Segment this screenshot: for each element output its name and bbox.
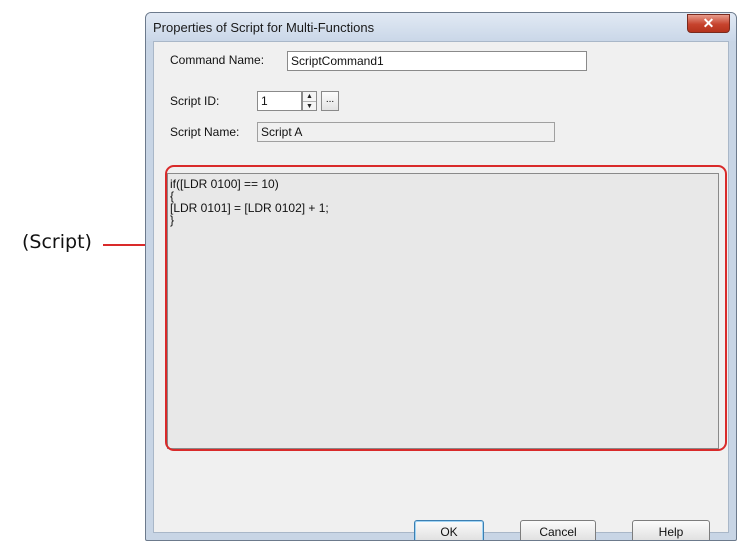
script-id-label: Script ID:	[170, 94, 220, 108]
help-button[interactable]: Help	[632, 520, 710, 540]
script-name-label: Script Name:	[170, 125, 240, 139]
script-highlight-box	[165, 165, 727, 451]
dialog-titlebar[interactable]: Properties of Script for Multi-Functions…	[146, 13, 736, 41]
script-name-field: Script A	[257, 122, 555, 142]
close-button[interactable]: ✕	[687, 14, 730, 33]
spin-down-icon[interactable]: ▼	[303, 101, 316, 111]
command-name-label: Command Name:	[170, 53, 265, 67]
script-callout-label: (Script)	[22, 231, 92, 253]
ok-button[interactable]: OK	[414, 520, 484, 540]
cancel-button[interactable]: Cancel	[520, 520, 596, 540]
script-browse-button[interactable]: ...	[321, 91, 339, 111]
dialog-title: Properties of Script for Multi-Functions	[153, 20, 375, 35]
spin-up-icon[interactable]: ▲	[303, 92, 316, 101]
script-id-spinner[interactable]: ▲ ▼	[302, 91, 317, 111]
close-icon: ✕	[702, 15, 715, 31]
script-id-input[interactable]: 1	[257, 91, 302, 111]
command-name-input[interactable]: ScriptCommand1	[287, 51, 587, 71]
